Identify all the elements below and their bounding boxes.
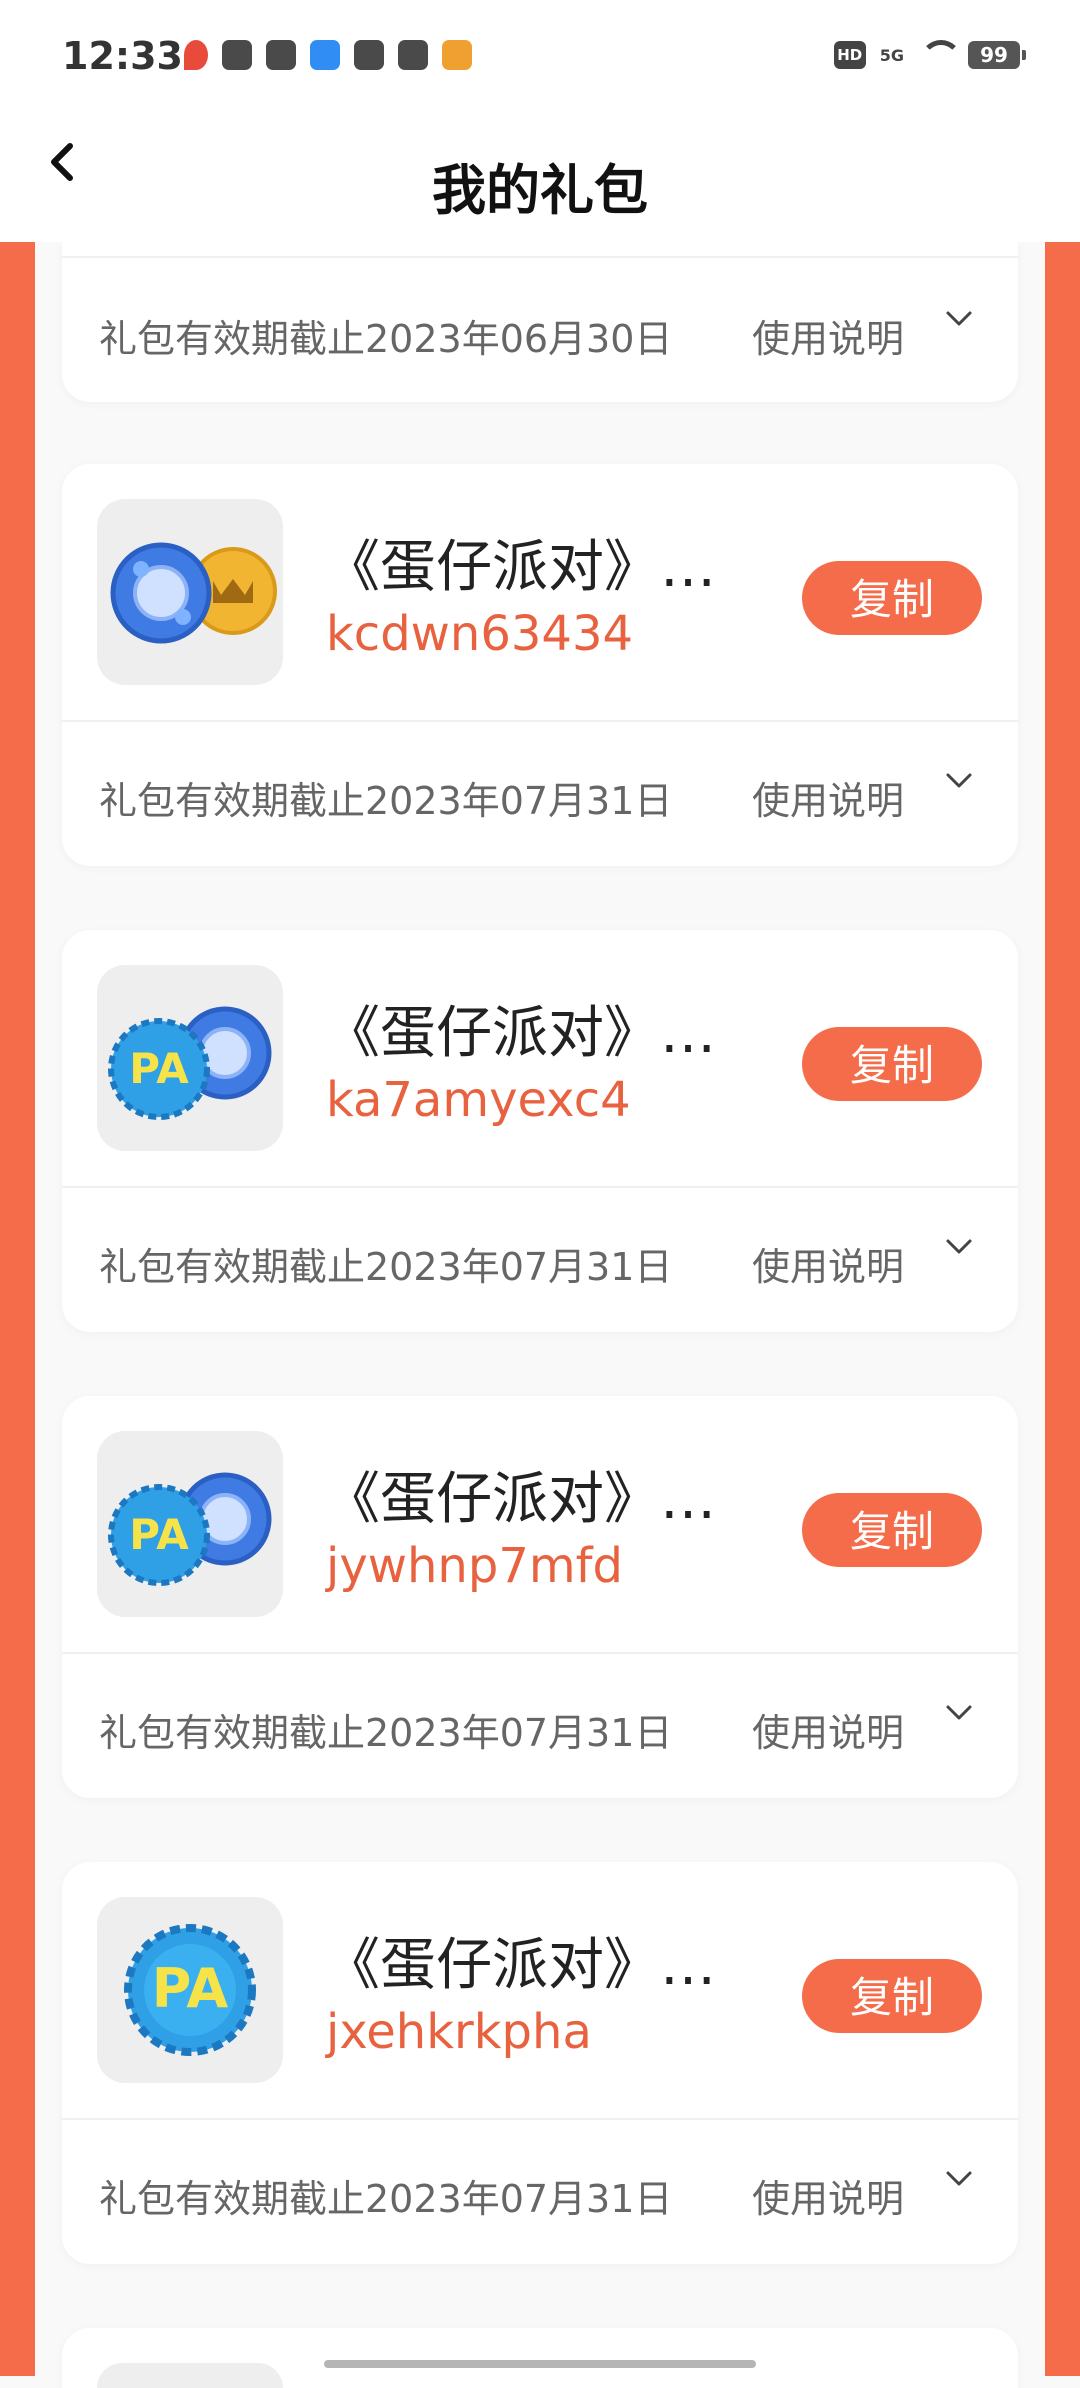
bottle-cap-and-crystal-icon: PA <box>97 1431 283 1617</box>
usage-instructions-toggle[interactable]: 使用说明 <box>752 1702 904 1757</box>
svg-text:PA: PA <box>152 1957 229 2020</box>
navigation-bar: 我的礼包 <box>0 110 1080 242</box>
copy-button[interactable]: 复制 <box>802 561 982 635</box>
notification-icons <box>184 40 472 70</box>
card-footer: 礼包有效期截止2023年07月31日 使用说明 <box>62 2120 1018 2264</box>
usage-instructions-toggle[interactable]: 使用说明 <box>752 1236 904 1291</box>
card-footer: 礼包有效期截止2023年07月31日 使用说明 <box>62 1654 1018 1798</box>
gift-card: PA 《蛋仔派对》… jywhnp7mfd 复制 礼包有效期截止2023年07月… <box>62 1396 1018 1798</box>
bottle-cap-icon: PA <box>97 1897 283 2083</box>
card-footer: 礼包有效期截止2023年06月30日 使用说明 <box>62 258 1018 402</box>
gift-code: jywhnp7mfd <box>326 1538 623 1594</box>
chevron-down-icon[interactable] <box>944 2164 974 2194</box>
card-footer: 礼包有效期截止2023年07月31日 使用说明 <box>62 1188 1018 1332</box>
feishu-notification-icon <box>310 40 340 70</box>
expiry-text: 礼包有效期截止2023年07月31日 <box>99 1245 673 1289</box>
chevron-down-icon[interactable] <box>944 1232 974 1262</box>
system-icons: HD 5G 99 <box>833 40 1026 70</box>
card-header: PA 《蛋仔派对》… ka7amyexc4 复制 <box>62 930 1018 1186</box>
battery-icon: 99 <box>968 41 1026 69</box>
game-name: 《蛋仔派对》… <box>324 1467 716 1532</box>
copy-button[interactable]: 复制 <box>802 1493 982 1567</box>
signal-5g-icon: 5G <box>879 45 904 65</box>
wechat-notification-icon <box>398 40 428 70</box>
expiry-text: 礼包有效期截止2023年07月31日 <box>99 1711 673 1755</box>
svg-text:PA: PA <box>129 1044 189 1093</box>
expiry-text: 礼包有效期截止2023年06月30日 <box>99 317 673 361</box>
hd-icon: HD <box>833 41 866 69</box>
video-notification-icon <box>354 40 384 70</box>
crystal-and-crown-coins-icon <box>97 499 283 685</box>
game-name: 《蛋仔派对》… <box>324 1001 716 1066</box>
chevron-down-icon[interactable] <box>944 766 974 796</box>
gift-list: 礼包有效期截止2023年06月30日 使用说明 《蛋仔派对》… kcdwn634… <box>62 242 1018 2388</box>
status-time: 12:33 <box>62 34 183 78</box>
gift-card-partial: 礼包有效期截止2023年06月30日 使用说明 <box>62 242 1018 402</box>
right-border-decoration <box>1045 242 1080 2376</box>
copy-button[interactable]: 复制 <box>802 1027 982 1101</box>
player-notification-icon <box>266 40 296 70</box>
gift-card: 《蛋仔派对》… kcdwn63434 复制 礼包有效期截止2023年07月31日… <box>62 464 1018 866</box>
gift-card: PA 《蛋仔派对》… ka7amyexc4 复制 礼包有效期截止2023年07月… <box>62 930 1018 1332</box>
app-notification-icon <box>222 40 252 70</box>
game-name: 《蛋仔派对》… <box>324 1933 716 1998</box>
chevron-down-icon[interactable] <box>944 304 974 334</box>
card-footer: 礼包有效期截止2023年07月31日 使用说明 <box>62 722 1018 866</box>
usage-instructions-toggle[interactable]: 使用说明 <box>752 770 904 825</box>
chevron-down-icon[interactable] <box>944 1698 974 1728</box>
expiry-text: 礼包有效期截止2023年07月31日 <box>99 779 673 823</box>
gift-code: ka7amyexc4 <box>326 1072 631 1128</box>
game-name: 《蛋仔派对》… <box>324 535 716 600</box>
gift-card-partial <box>62 2328 1018 2388</box>
play-notification-icon <box>442 40 472 70</box>
left-border-decoration <box>0 242 35 2376</box>
usage-instructions-toggle[interactable]: 使用说明 <box>752 2168 904 2223</box>
gift-card: PA 《蛋仔派对》… jxehkrkpha 复制 礼包有效期截止2023年07月… <box>62 1862 1018 2264</box>
home-indicator[interactable] <box>324 2360 756 2368</box>
card-header: PA 《蛋仔派对》… jywhnp7mfd 复制 <box>62 1396 1018 1652</box>
map-pin-icon <box>184 40 208 70</box>
card-header: 《蛋仔派对》… kcdwn63434 复制 <box>62 464 1018 720</box>
status-bar: 12:33 HD 5G 99 <box>0 0 1080 110</box>
gift-code: kcdwn63434 <box>326 606 634 662</box>
usage-instructions-toggle[interactable]: 使用说明 <box>752 308 904 363</box>
bottle-cap-and-crystal-icon: PA <box>97 965 283 1151</box>
copy-button[interactable]: 复制 <box>802 1959 982 2033</box>
gift-code: jxehkrkpha <box>326 2004 592 2060</box>
expiry-text: 礼包有效期截止2023年07月31日 <box>99 2177 673 2221</box>
svg-text:PA: PA <box>129 1510 189 1559</box>
wifi-icon <box>918 40 962 70</box>
card-header: PA 《蛋仔派对》… jxehkrkpha 复制 <box>62 1862 1018 2118</box>
page-title: 我的礼包 <box>432 159 648 222</box>
